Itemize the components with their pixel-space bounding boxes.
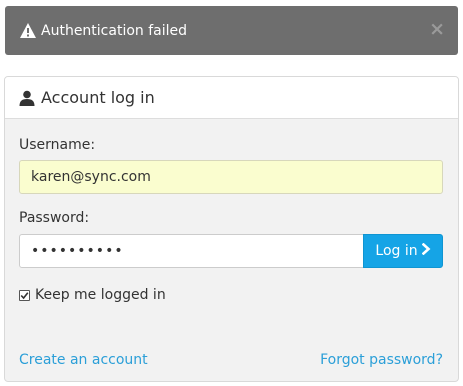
username-value: karen@sync.com (31, 169, 151, 185)
username-field[interactable]: karen@sync.com (19, 160, 443, 194)
remember-checkbox[interactable] (19, 289, 30, 301)
panel-title: Account log in (41, 88, 155, 107)
chevron-right-icon (421, 242, 431, 259)
login-button-label: Log in (375, 243, 418, 259)
username-label: Username: (19, 137, 96, 153)
close-alert-button[interactable]: × (429, 20, 445, 39)
login-button[interactable]: Log in (363, 234, 443, 268)
user-icon (19, 89, 37, 107)
password-label: Password: (19, 210, 90, 226)
warning-icon (18, 21, 38, 41)
password-field[interactable]: •••••••••• (19, 234, 364, 268)
alert-message: Authentication failed (41, 22, 188, 39)
password-value: •••••••••• (31, 243, 124, 259)
error-alert: Authentication failed × (5, 6, 458, 55)
remember-me: Keep me logged in (19, 287, 166, 303)
remember-label: Keep me logged in (35, 287, 166, 303)
create-account-link[interactable]: Create an account (19, 352, 148, 368)
panel-header: Account log in (5, 77, 458, 119)
login-panel: Account log in Username: karen@sync.com … (4, 76, 459, 382)
forgot-password-link[interactable]: Forgot password? (320, 352, 443, 368)
